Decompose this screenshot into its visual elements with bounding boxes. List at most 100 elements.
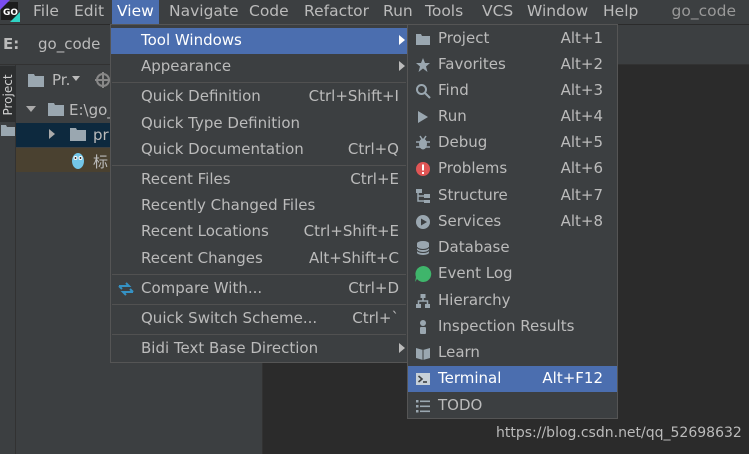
- compare-arrows-icon: [118, 282, 134, 296]
- menu-item-recent-files[interactable]: Recent Files Ctrl+E: [111, 167, 407, 193]
- menu-file[interactable]: File: [28, 0, 64, 24]
- submenu-arrow-icon: [399, 61, 405, 71]
- folder-icon: [70, 128, 86, 141]
- menu-item-label: Quick Switch Scheme...: [141, 309, 318, 327]
- view-menu-dropdown: Tool Windows Appearance Quick Definition…: [110, 24, 408, 363]
- menu-item-quick-type-definition[interactable]: Quick Type Definition: [111, 111, 407, 137]
- project-view-selector[interactable]: Pr.: [52, 71, 70, 89]
- tool-window-shortcut: Alt+6: [560, 159, 603, 177]
- project-tool-tab[interactable]: Project: [0, 66, 16, 122]
- menu-item-compare-with[interactable]: Compare With... Ctrl+D: [111, 276, 407, 302]
- tool-window-project[interactable]: Project Alt+1: [408, 26, 617, 52]
- svg-text:GO: GO: [3, 8, 18, 18]
- tool-window-shortcut: Alt+7: [560, 186, 603, 204]
- tool-window-event-log[interactable]: Event Log: [408, 261, 617, 287]
- structure-icon: [416, 189, 430, 203]
- menu-item-label: Compare With...: [141, 279, 263, 297]
- menu-run[interactable]: Run: [378, 0, 418, 24]
- tool-window-structure[interactable]: Structure Alt+7: [408, 183, 617, 209]
- tool-windows-submenu: Project Alt+1 Favorites Alt+2 Find Alt+3…: [407, 24, 618, 419]
- menu-edit[interactable]: Edit: [69, 0, 109, 24]
- tool-window-shortcut: Alt+F12: [542, 369, 603, 387]
- tool-window-problems[interactable]: Problems Alt+6: [408, 156, 617, 182]
- menu-item-bidi-text-base-direction[interactable]: Bidi Text Base Direction: [111, 336, 407, 362]
- tool-window-label: Project: [438, 29, 490, 47]
- menu-item-label: Bidi Text Base Direction: [141, 339, 319, 357]
- menu-item-appearance[interactable]: Appearance: [111, 54, 407, 80]
- menu-help[interactable]: Help: [598, 0, 643, 24]
- menu-item-shortcut: Ctrl+E: [350, 170, 399, 188]
- tool-window-label: Debug: [438, 133, 488, 151]
- menu-item-recent-locations[interactable]: Recent Locations Ctrl+Shift+E: [111, 219, 407, 245]
- menu-refactor[interactable]: Refactor: [299, 0, 374, 24]
- folder-icon: [416, 34, 430, 45]
- tool-window-label: Services: [438, 212, 502, 230]
- menu-item-shortcut: Ctrl+Shift+I: [308, 87, 399, 105]
- menu-item-shortcut: Ctrl+D: [348, 279, 399, 297]
- tool-window-hierarchy[interactable]: Hierarchy: [408, 288, 617, 314]
- tool-window-shortcut: Alt+3: [560, 81, 603, 99]
- watermark: https://blog.csdn.net/qq_52698632: [496, 425, 742, 441]
- tree-label-root: E:\go_: [69, 101, 115, 119]
- tool-window-favorites[interactable]: Favorites Alt+2: [408, 52, 617, 78]
- menu-separator: [112, 334, 406, 335]
- menu-item-shortcut: Ctrl+`: [352, 309, 399, 327]
- submenu-arrow-icon: [399, 35, 405, 45]
- menu-code[interactable]: Code: [244, 0, 294, 24]
- tool-window-terminal[interactable]: Terminal Alt+F12: [408, 366, 617, 392]
- folder-icon: [48, 103, 64, 116]
- menu-separator: [112, 82, 406, 83]
- tool-window-label: Event Log: [438, 264, 513, 282]
- menu-item-quick-definition[interactable]: Quick Definition Ctrl+Shift+I: [111, 84, 407, 110]
- menu-item-shortcut: Alt+Shift+C: [308, 249, 399, 267]
- todo-icon: [416, 400, 430, 413]
- star-icon: [416, 58, 430, 72]
- tool-window-shortcut: Alt+8: [560, 212, 603, 230]
- chevron-right-icon[interactable]: [49, 129, 55, 139]
- menu-bar: GO File Edit View Navigate Code Refactor…: [0, 0, 749, 24]
- folder-icon: [28, 74, 44, 87]
- tree-label-folder: pr: [93, 126, 109, 144]
- menu-vcs[interactable]: VCS: [477, 0, 518, 24]
- menu-navigate[interactable]: Navigate: [164, 0, 244, 24]
- menu-item-label: Recently Changed Files: [141, 196, 316, 214]
- menu-tools[interactable]: Tools: [420, 0, 468, 24]
- tool-window-label: TODO: [438, 396, 483, 414]
- menu-item-label: Recent Locations: [141, 222, 269, 240]
- terminal-icon: [416, 373, 430, 385]
- submenu-arrow-icon: [399, 343, 405, 353]
- menu-item-label: Quick Definition: [141, 87, 261, 105]
- tool-window-find[interactable]: Find Alt+3: [408, 78, 617, 104]
- menu-item-label: Recent Changes: [141, 249, 263, 267]
- inspection-icon: [420, 320, 426, 334]
- tool-window-services[interactable]: Services Alt+8: [408, 209, 617, 235]
- menu-item-quick-switch-scheme[interactable]: Quick Switch Scheme... Ctrl+`: [111, 306, 407, 332]
- tool-window-run[interactable]: Run Alt+4: [408, 104, 617, 130]
- menu-item-label: Recent Files: [141, 170, 231, 188]
- menu-view[interactable]: View: [112, 0, 159, 24]
- menu-item-shortcut: Ctrl+Shift+E: [303, 222, 399, 240]
- menu-item-label: Tool Windows: [141, 31, 242, 49]
- tool-window-label: Database: [438, 238, 510, 256]
- hierarchy-icon: [416, 294, 430, 308]
- menu-item-recent-changes[interactable]: Recent Changes Alt+Shift+C: [111, 246, 407, 272]
- tool-window-inspection-results[interactable]: Inspection Results: [408, 314, 617, 340]
- tool-window-database[interactable]: Database: [408, 235, 617, 261]
- menu-item-tool-windows[interactable]: Tool Windows: [111, 28, 407, 54]
- chevron-down-icon[interactable]: [26, 106, 36, 112]
- tool-window-shortcut: Alt+1: [560, 29, 603, 47]
- tool-window-todo[interactable]: TODO: [408, 393, 617, 419]
- target-icon[interactable]: [95, 72, 111, 88]
- breadcrumb-project[interactable]: go_code: [38, 35, 100, 53]
- menu-item-recently-changed-files[interactable]: Recently Changed Files: [111, 193, 407, 219]
- menu-item-quick-documentation[interactable]: Quick Documentation Ctrl+Q: [111, 137, 407, 163]
- tool-window-debug[interactable]: Debug Alt+5: [408, 130, 617, 156]
- folder-icon[interactable]: [1, 124, 15, 136]
- chevron-down-icon[interactable]: [72, 76, 80, 81]
- tool-window-learn[interactable]: Learn: [408, 340, 617, 366]
- menu-window[interactable]: Window: [522, 0, 593, 24]
- event-log-icon: [415, 265, 432, 282]
- breadcrumb-drive[interactable]: E:: [3, 35, 19, 53]
- menu-item-label: Appearance: [141, 57, 232, 75]
- search-icon: [416, 84, 431, 99]
